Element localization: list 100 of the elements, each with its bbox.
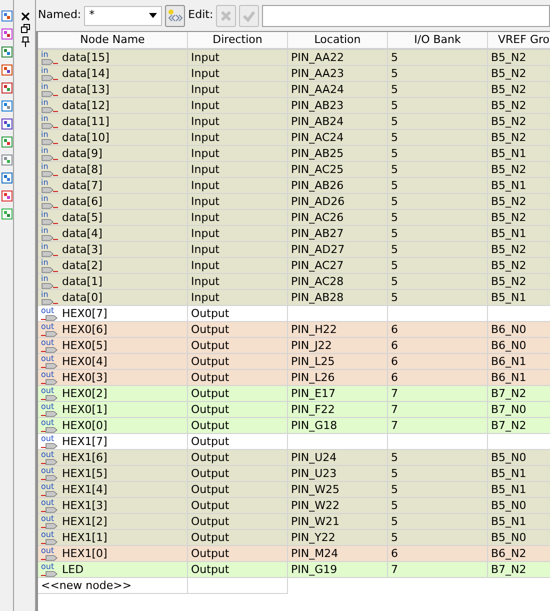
- direction-cell: Input: [191, 195, 220, 208]
- tool-icon[interactable]: [0, 172, 12, 184]
- direction-cell: Output: [191, 467, 230, 480]
- table-row[interactable]: out HEX1[1] Output PIN_Y22 5 B5_N0: [38, 530, 550, 546]
- tool-icon[interactable]: [0, 100, 12, 112]
- tool-icon[interactable]: [0, 208, 12, 220]
- node-name: HEX1[2]: [62, 514, 108, 529]
- direction-cell: Output: [191, 563, 230, 576]
- named-combobox[interactable]: *: [84, 6, 162, 26]
- table-row[interactable]: out HEX0[7] Output: [38, 306, 550, 322]
- table-row[interactable]: in data[6] Input PIN_AD26 5 B5_N2: [38, 194, 550, 210]
- table-row[interactable]: in data[7] Input PIN_AB26 5 B5_N1: [38, 178, 550, 194]
- tool-icon[interactable]: [0, 10, 12, 22]
- tool-icon[interactable]: [0, 118, 12, 130]
- location-cell: PIN_Y22: [291, 531, 336, 544]
- io-bank-cell: 6: [391, 339, 398, 352]
- vref-group-cell: B5_N2: [491, 243, 526, 256]
- direction-cell: Output: [191, 387, 230, 400]
- column-header[interactable]: Direction: [188, 32, 288, 48]
- location-cell: PIN_AC24: [291, 131, 344, 144]
- column-header[interactable]: Location: [288, 32, 388, 48]
- table-row[interactable]: in data[9] Input PIN_AB25 5 B5_N1: [38, 146, 550, 162]
- node-name: data[12]: [62, 98, 110, 113]
- location-cell: PIN_W25: [291, 483, 340, 496]
- node-name: HEX1[1]: [62, 530, 108, 545]
- vref-group-cell: B7_N2: [491, 563, 526, 576]
- direction-cell: Output: [191, 499, 230, 512]
- vref-group-cell: B5_N1: [491, 291, 526, 304]
- filter-button[interactable]: [165, 4, 186, 26]
- column-header[interactable]: VREF Gro: [488, 32, 550, 48]
- table-row[interactable]: out HEX1[0] Output PIN_M24 6 B6_N2: [38, 546, 550, 562]
- pin-icon[interactable]: [21, 36, 30, 47]
- node-name: HEX1[7]: [62, 434, 108, 449]
- io-bank-cell: 5: [391, 483, 398, 496]
- table-row[interactable]: out HEX1[6] Output PIN_U24 5 B5_N0: [38, 450, 550, 466]
- table-row[interactable]: out HEX1[4] Output PIN_W25 5 B5_N1: [38, 482, 550, 498]
- node-name: HEX0[4]: [62, 354, 108, 369]
- table-row[interactable]: out HEX0[2] Output PIN_E17 7 B7_N2: [38, 386, 550, 402]
- location-cell: PIN_H22: [291, 323, 337, 336]
- table-row[interactable]: out HEX0[0] Output PIN_G18 7 B7_N2: [38, 418, 550, 434]
- table-row[interactable]: out HEX0[5] Output PIN_J22 6 B6_N0: [38, 338, 550, 354]
- tool-icon[interactable]: [0, 28, 12, 40]
- table-row[interactable]: in data[14] Input PIN_AA23 5 B5_N2: [38, 66, 550, 82]
- table-row[interactable]: in data[8] Input PIN_AC25 5 B5_N2: [38, 162, 550, 178]
- location-cell: PIN_W22: [291, 499, 340, 512]
- table-row[interactable]: out HEX1[5] Output PIN_U23 5 B5_N1: [38, 466, 550, 482]
- io-bank-cell: 5: [391, 131, 398, 144]
- table-row[interactable]: in data[0] Input PIN_AB28 5 B5_N1: [38, 290, 550, 306]
- table-row[interactable]: in data[12] Input PIN_AB23 5 B5_N2: [38, 98, 550, 114]
- vref-group-cell: B5_N1: [491, 179, 526, 192]
- table-row[interactable]: in data[5] Input PIN_AC26 5 B5_N2: [38, 210, 550, 226]
- tool-icon[interactable]: [0, 46, 12, 58]
- vref-group-cell: B6_N1: [491, 371, 526, 384]
- direction-cell: Input: [191, 147, 220, 160]
- table-row[interactable]: out HEX0[3] Output PIN_L26 6 B6_N1: [38, 370, 550, 386]
- direction-cell: Input: [191, 163, 220, 176]
- table-row[interactable]: in data[11] Input PIN_AB24 5 B5_N2: [38, 114, 550, 130]
- node-name: data[11]: [62, 114, 110, 129]
- io-bank-cell: 6: [391, 355, 398, 368]
- table-row[interactable]: in data[15] Input PIN_AA22 5 B5_N2: [38, 50, 550, 66]
- table-row[interactable]: out HEX1[7] Output: [38, 434, 550, 450]
- direction-cell: Input: [191, 179, 220, 192]
- direction-cell: Input: [191, 227, 220, 240]
- tool-icon[interactable]: [0, 64, 12, 76]
- table-row[interactable]: in data[3] Input PIN_AD27 5 B5_N2: [38, 242, 550, 258]
- close-icon[interactable]: [21, 12, 30, 21]
- table-row[interactable]: in data[13] Input PIN_AA24 5 B5_N2: [38, 82, 550, 98]
- vref-group-cell: B5_N0: [491, 451, 526, 464]
- location-cell: PIN_G18: [291, 419, 338, 432]
- table-row[interactable]: in data[10] Input PIN_AC24 5 B5_N2: [38, 130, 550, 146]
- node-name: data[9]: [62, 146, 102, 161]
- column-header[interactable]: I/O Bank: [388, 32, 488, 48]
- table-row[interactable]: in data[4] Input PIN_AB27 5 B5_N1: [38, 226, 550, 242]
- tool-icon[interactable]: [0, 190, 12, 202]
- table-row[interactable]: in data[1] Input PIN_AC28 5 B5_N2: [38, 274, 550, 290]
- direction-cell: Output: [191, 531, 230, 544]
- direction-cell: Output: [191, 547, 230, 560]
- location-cell: PIN_W21: [291, 515, 340, 528]
- table-row[interactable]: out LED Output PIN_G19 7 B7_N2: [38, 562, 550, 578]
- tool-icon[interactable]: [0, 136, 12, 148]
- new-node-row[interactable]: <<new node>>: [41, 579, 132, 592]
- table-row[interactable]: out HEX1[2] Output PIN_W21 5 B5_N1: [38, 514, 550, 530]
- location-cell: PIN_U23: [291, 467, 337, 480]
- table-row[interactable]: out HEX0[4] Output PIN_L25 6 B6_N1: [38, 354, 550, 370]
- vref-group-cell: B5_N1: [491, 227, 526, 240]
- tool-icon[interactable]: [0, 82, 12, 94]
- restore-icon[interactable]: [21, 24, 30, 33]
- direction-cell: Output: [191, 515, 230, 528]
- column-header[interactable]: Node Name: [38, 32, 188, 48]
- table-row[interactable]: out HEX0[6] Output PIN_H22 6 B6_N0: [38, 322, 550, 338]
- table-row[interactable]: out HEX0[1] Output PIN_F22 7 B7_N0: [38, 402, 550, 418]
- table-row[interactable]: out HEX1[3] Output PIN_W22 5 B5_N0: [38, 498, 550, 514]
- table-row[interactable]: in data[2] Input PIN_AC27 5 B5_N2: [38, 258, 550, 274]
- tool-icon[interactable]: [0, 154, 12, 166]
- io-bank-cell: 7: [391, 419, 398, 432]
- io-bank-cell: 5: [391, 179, 398, 192]
- vref-group-cell: B7_N2: [491, 387, 526, 400]
- vref-group-cell: B5_N2: [491, 163, 526, 176]
- edit-field[interactable]: [262, 4, 550, 26]
- vref-group-cell: B7_N0: [491, 403, 526, 416]
